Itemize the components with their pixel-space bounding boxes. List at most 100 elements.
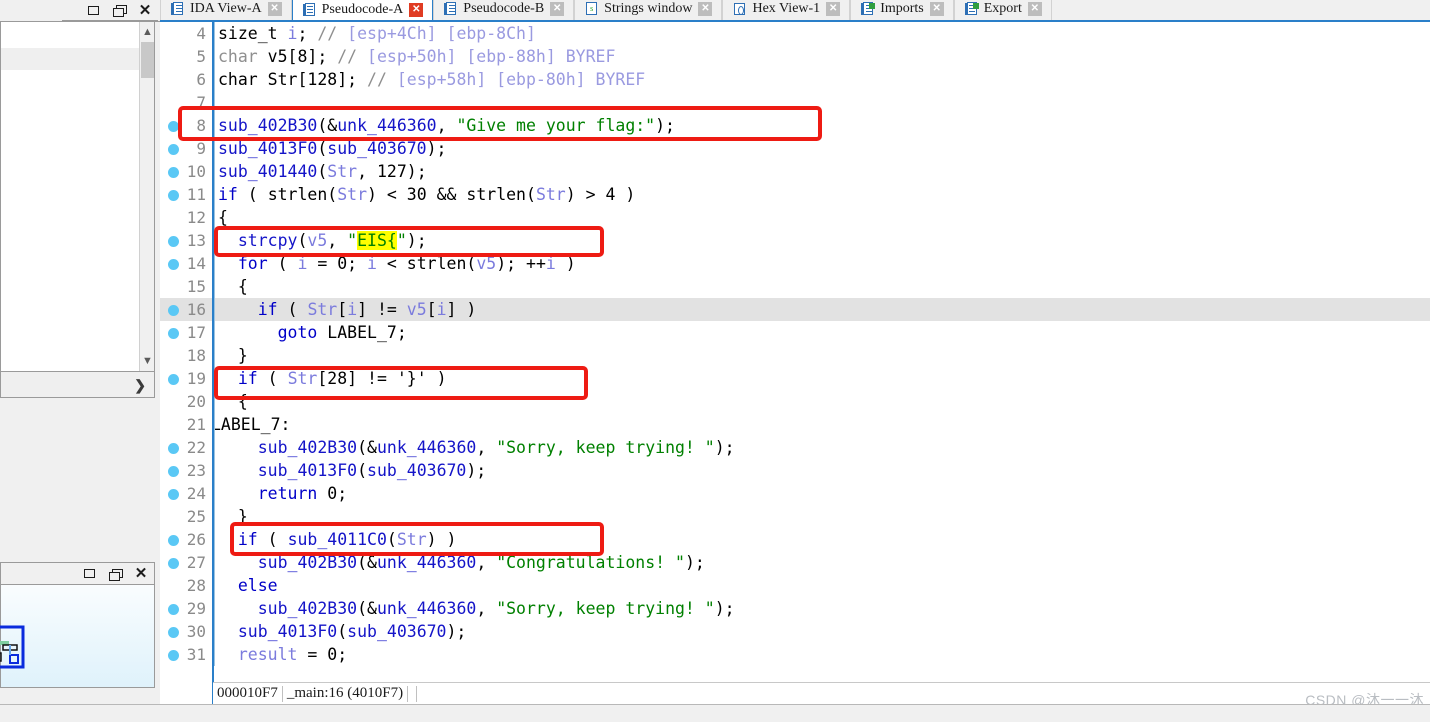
breakpoint-dot-icon[interactable] (168, 627, 179, 638)
code-line[interactable]: 4 size_t i; // [esp+4Ch] [ebp-8Ch] (160, 22, 1430, 45)
code-token: ( (337, 622, 348, 641)
code-text: if ( Str[i] != v5[i] ) (210, 300, 477, 319)
code-line[interactable]: 25 } (160, 505, 1430, 528)
breakpoint-dot-icon[interactable] (168, 190, 179, 201)
code-line[interactable]: 12 { (160, 206, 1430, 229)
breakpoint-dot-icon[interactable] (168, 535, 179, 546)
code-line[interactable]: 23 sub_4013F0(sub_403670); (160, 459, 1430, 482)
close-icon[interactable]: ✕ (132, 0, 158, 20)
code-token: , 127); (357, 162, 427, 181)
tab-close-icon[interactable]: ✕ (550, 2, 565, 16)
functions-panel-scrollbar[interactable]: ▲ ▼ (139, 22, 154, 371)
breakpoint-dot-icon[interactable] (168, 328, 179, 339)
code-line[interactable]: 10 sub_401440(Str, 127); (160, 160, 1430, 183)
breakpoint-dot-icon[interactable] (168, 144, 179, 155)
code-line[interactable]: 18 } (160, 344, 1430, 367)
chevron-up-icon[interactable]: ▲ (140, 24, 155, 40)
graph-overview-panel[interactable]: ✕ (0, 562, 155, 688)
code-token: [ (426, 300, 437, 319)
code-line[interactable]: 30 sub_4013F0(sub_403670); (160, 620, 1430, 643)
breakpoint-dot-icon[interactable] (168, 466, 179, 477)
tab-imports[interactable]: Imports ✕ (850, 0, 954, 20)
line-number: 18 (186, 346, 206, 365)
code-line[interactable]: 16 if ( Str[i] != v5[i] ) (160, 298, 1430, 321)
code-line[interactable]: 22 sub_402B30(&unk_446360, "Sorry, keep … (160, 436, 1430, 459)
tab-close-icon[interactable]: ✕ (698, 2, 713, 16)
code-text: char Str[128]; // [esp+58h] [ebp-80h] BY… (210, 70, 645, 89)
tab-close-icon[interactable]: ✕ (267, 2, 282, 16)
pseudocode-view[interactable]: 4 size_t i; // [esp+4Ch] [ebp-8Ch] 5 char v… (160, 22, 1430, 682)
tab-strings-window[interactable]: s Strings window ✕ (574, 0, 723, 20)
code-line[interactable]: 21 LABEL_7: (160, 413, 1430, 436)
code-line[interactable]: 17 goto LABEL_7; (160, 321, 1430, 344)
tab-close-icon[interactable]: ✕ (1027, 2, 1042, 16)
code-token: = 0; (297, 645, 348, 664)
gutter-separator (214, 275, 215, 298)
code-line[interactable]: 19 if ( Str[28] != '}' ) (160, 367, 1430, 390)
imports-icon (861, 2, 876, 16)
scrollbar-thumb[interactable] (141, 42, 154, 78)
tab-pseudocode-a[interactable]: Pseudocode-A ✕ (291, 0, 434, 20)
tab-close-icon[interactable]: ✕ (826, 2, 841, 16)
code-line[interactable]: 28 else (160, 574, 1430, 597)
functions-list[interactable] (1, 22, 139, 371)
code-token: ); (655, 116, 675, 135)
breakpoint-dot-icon[interactable] (168, 650, 179, 661)
code-line[interactable]: 27 sub_402B30(&unk_446360, "Congratulati… (160, 551, 1430, 574)
code-line[interactable]: 11 if ( strlen(Str) < 30 && strlen(Str) >… (160, 183, 1430, 206)
exports-icon (964, 2, 979, 16)
code-line[interactable]: 24 return 0; (160, 482, 1430, 505)
restore-icon[interactable] (80, 0, 106, 20)
code-line[interactable]: 14 for ( i = 0; i < strlen(v5); ++i ) (160, 252, 1430, 275)
code-line[interactable]: 7 (160, 91, 1430, 114)
chevron-right-icon[interactable]: ❯ (134, 378, 146, 392)
breakpoint-dot-icon[interactable] (168, 374, 179, 385)
dock-icon[interactable] (106, 0, 132, 20)
tab-export[interactable]: Export ✕ (953, 0, 1052, 20)
tab-hex-view-1[interactable]: Hex View-1 ✕ (722, 0, 851, 20)
breakpoint-dot-icon[interactable] (168, 259, 179, 270)
code-token: (& (357, 599, 377, 618)
code-token: sub_4013F0 (257, 461, 358, 480)
dock-icon[interactable] (102, 564, 128, 584)
breakpoint-dot-icon[interactable] (168, 236, 179, 247)
tab-ida-view-a[interactable]: IDA View-A ✕ (160, 0, 292, 20)
code-text: sub_402B30(&unk_446360, "Congratulations… (210, 553, 705, 572)
code-line[interactable]: 8 sub_402B30(&unk_446360, "Give me your f… (160, 114, 1430, 137)
functions-panel-footer[interactable]: ❯ (0, 372, 155, 398)
functions-panel[interactable]: ▲ ▼ (0, 22, 155, 372)
breakpoint-dot-icon[interactable] (168, 121, 179, 132)
code-line[interactable]: 20 { (160, 390, 1430, 413)
list-item-selected[interactable] (1, 48, 139, 70)
code-line[interactable]: 13 strcpy(v5, "EIS{"); (160, 229, 1430, 252)
tab-close-icon[interactable]: ✕ (929, 2, 944, 16)
breakpoint-dot-icon[interactable] (168, 489, 179, 500)
breakpoint-dot-icon[interactable] (168, 305, 179, 316)
breakpoint-dot-icon[interactable] (168, 167, 179, 178)
restore-icon[interactable] (76, 564, 102, 584)
code-line[interactable]: 29 sub_402B30(&unk_446360, "Sorry, keep … (160, 597, 1430, 620)
breakpoint-dot-icon[interactable] (168, 443, 179, 454)
code-line[interactable]: 9 sub_4013F0(sub_403670); (160, 137, 1430, 160)
code-line[interactable]: 6 char Str[128]; // [esp+58h] [ebp-80h] B… (160, 68, 1430, 91)
close-icon[interactable]: ✕ (128, 564, 154, 584)
code-line[interactable]: 31 result = 0; (160, 643, 1430, 666)
code-line[interactable]: 5 char v5[8]; // [esp+50h] [ebp-88h] BYRE… (160, 45, 1430, 68)
code-text: for ( i = 0; i < strlen(v5); ++i ) (210, 254, 576, 273)
gutter-separator (214, 459, 215, 482)
strings-icon: s (585, 2, 598, 16)
code-line[interactable]: 15 { (160, 275, 1430, 298)
tab-close-icon[interactable]: ✕ (409, 2, 424, 17)
code-line[interactable]: 26 if ( sub_4011C0(Str) ) (160, 528, 1430, 551)
chevron-down-icon[interactable]: ▼ (140, 353, 155, 369)
code-token: unk_446360 (376, 553, 477, 572)
gutter-separator (214, 597, 215, 620)
breakpoint-dot-icon[interactable] (168, 558, 179, 569)
tab-bar[interactable]: IDA View-A ✕ Pseudocode-A ✕ Pseudocode-B ✕ s St… (160, 0, 1430, 22)
gutter-separator (214, 344, 215, 367)
tab-pseudocode-b[interactable]: Pseudocode-B ✕ (433, 0, 575, 20)
graph-overview-thumbnail[interactable] (0, 625, 31, 673)
breakpoint-dot-icon[interactable] (168, 604, 179, 615)
